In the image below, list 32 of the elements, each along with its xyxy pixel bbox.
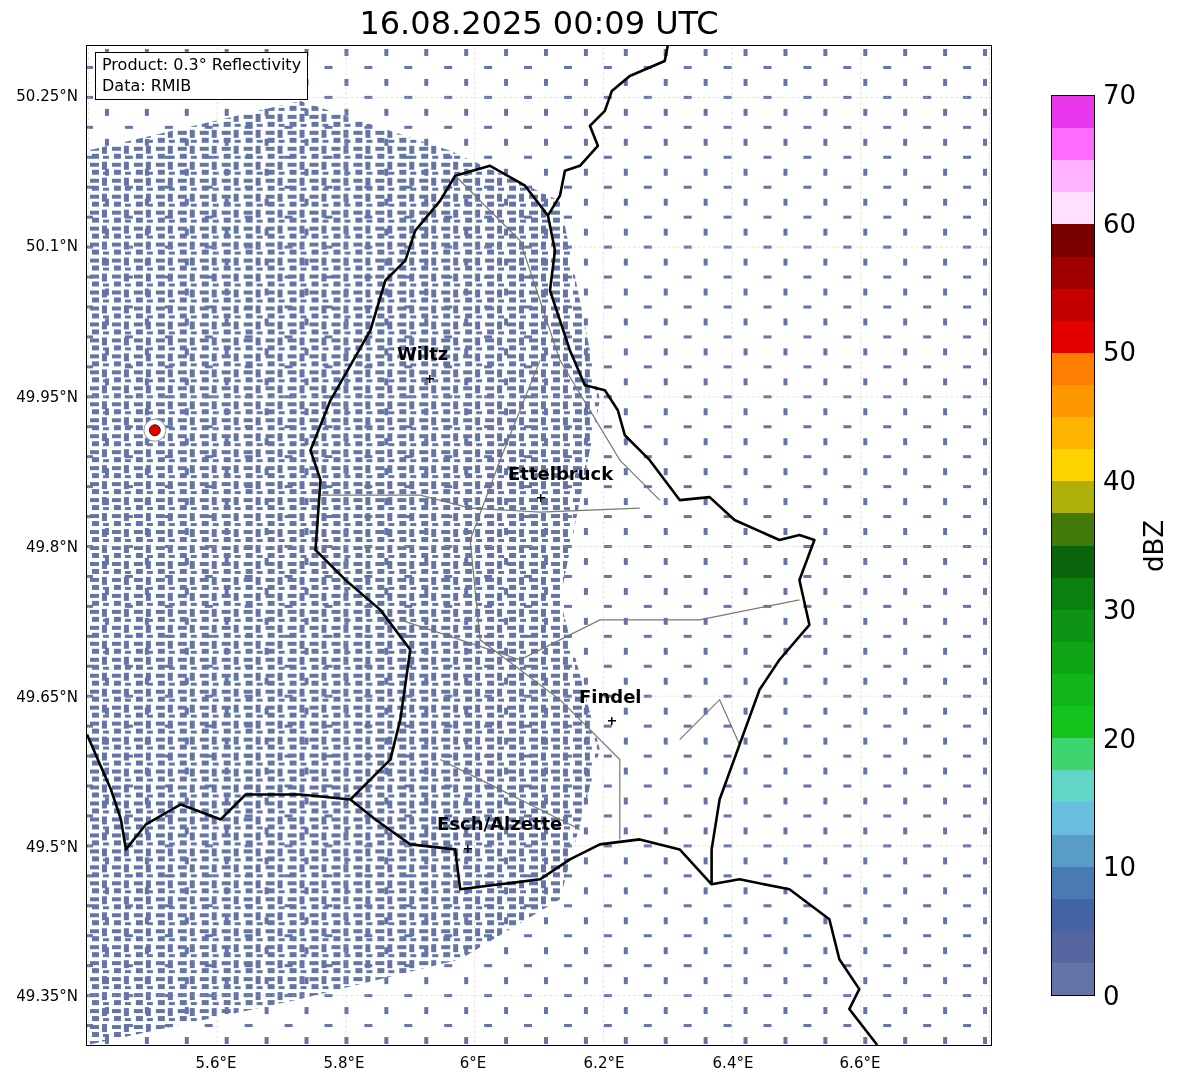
city-label: Esch/Alzette [437,813,563,834]
city-label: Wiltz [397,343,449,364]
colorbar-tick-label: 70 [1103,80,1137,110]
y-tick-label: 50.1°N [25,237,78,255]
x-tick-label: 6°E [459,1054,487,1072]
colorbar-label: dBZ [1139,519,1170,572]
city-marker-icon [464,845,472,853]
x-tick-label: 6.2°E [583,1054,625,1072]
y-tick-label: 49.8°N [25,538,78,556]
city-label: Findel [579,686,642,707]
colorbar-tick-label: 30 [1103,594,1137,625]
city-marker-icon [537,494,545,502]
info-text: Data: RMIB [102,75,193,97]
colorbar-tick-label: 60 [1103,208,1137,239]
x-tick-label: 6.4°E [712,1054,754,1072]
info-text: Product: 0.3° Reflectivity [102,55,302,76]
y-tick-label: 49.35°N [16,987,78,1005]
x-tick-label: 6.6°E [839,1054,881,1072]
colorbar-tick-label: 40 [1103,466,1137,497]
colorbar-tick-label: 50 [1103,337,1137,368]
colorbar-tick-label: 0 [1103,980,1121,1011]
city-marker-icon [608,717,616,725]
colorbar-tick-label: 20 [1103,723,1137,754]
chart-title: 16.08.2025 00:09 UTC [359,6,719,39]
colorbar-tick-label: 10 [1103,852,1137,883]
y-tick-label: 49.65°N [16,688,78,706]
x-tick-label: 5.6°E [195,1054,237,1072]
city-marker-icon [426,375,434,383]
y-tick-label: 49.5°N [25,838,78,856]
y-tick-label: 49.95°N [16,388,78,406]
y-tick-label: 50.25°N [16,87,78,105]
x-tick-label: 5.8°E [323,1054,365,1072]
